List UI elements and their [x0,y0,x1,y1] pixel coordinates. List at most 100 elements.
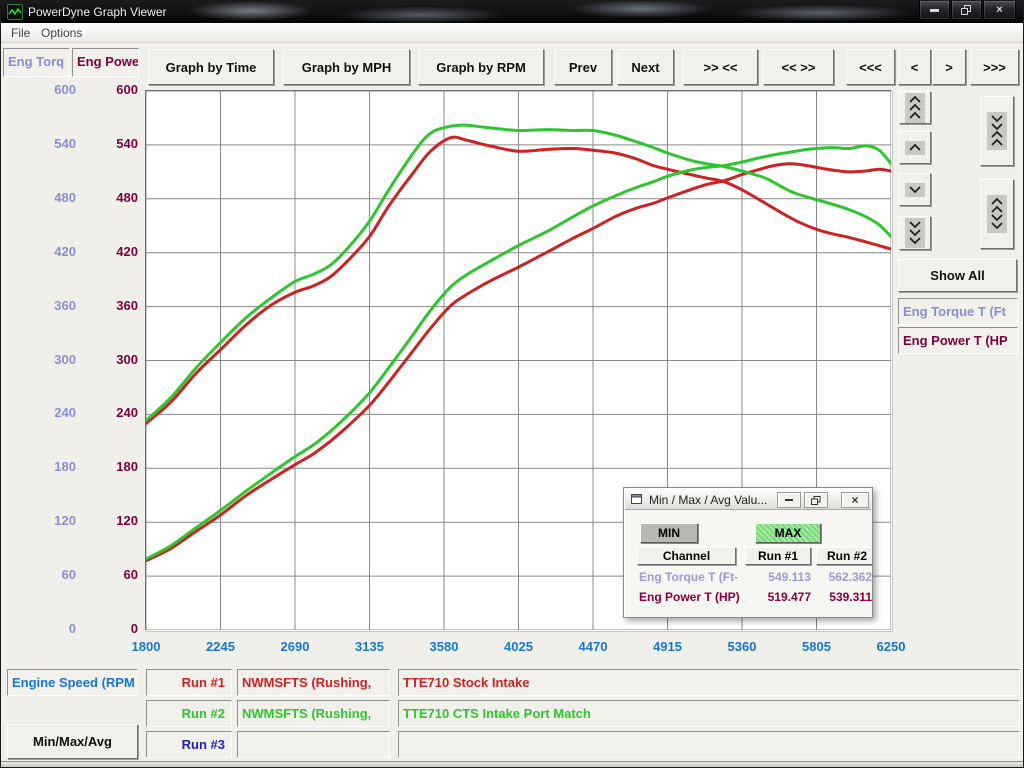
toolbar-button-graph-by-mph[interactable]: Graph by MPH [283,49,410,85]
power-tick-180: 180 [78,459,138,475]
min-toggle-button[interactable]: MIN [640,523,698,543]
toolbar-button-scroll-right[interactable]: > [932,49,966,85]
torque-tick-480: 480 [16,190,76,206]
toolbar-button-scroll-left[interactable]: < [898,49,931,85]
run-label-1[interactable]: Run #1 [146,669,232,696]
rpm-tick-4915: 4915 [633,639,703,655]
restore-button[interactable] [951,1,982,20]
run-1-file-field[interactable]: NWMSFTS (Rushing, [237,669,390,696]
minmax-column-channel[interactable]: Channel [637,547,736,565]
torque-tick-540: 540 [16,136,76,152]
scale-down-fast-icon [905,218,925,248]
minmax-popup-titlebar[interactable]: Min / Max / Avg Valu... × [625,489,871,510]
power-tick-540: 540 [78,136,138,152]
rpm-tick-6250: 6250 [856,639,926,655]
restore-icon [961,5,972,15]
toolbar-button-graph-by-rpm[interactable]: Graph by RPM [418,49,544,85]
toolbar-button-zoom-out-pair[interactable]: << >> [763,49,834,85]
power-tick-480: 480 [78,190,138,206]
minmax-row-run1-value: 519.477 [745,590,811,606]
x-channel-box[interactable]: Engine Speed (RPM [7,669,138,696]
minmax-avg-button[interactable]: Min/Max/Avg [7,724,138,759]
run-2-file-field[interactable]: NWMSFTS (Rushing, [237,700,390,727]
powerdyne-window: PowerDyne Graph Viewer × File Options En… [0,0,1024,768]
menu-bar: File Options [1,23,1024,43]
run-2-description-field[interactable]: TTE710 CTS Intake Port Match [398,700,1020,727]
torque-axis-label: Eng Torq [8,54,64,69]
window-title: PowerDyne Graph Viewer [28,5,167,19]
run-3-description-field[interactable] [398,731,1020,758]
torque-tick-180: 180 [16,459,76,475]
run-label-2[interactable]: Run #2 [146,700,232,727]
show-all-button[interactable]: Show All [898,259,1017,292]
scale-button-chevrons-converge[interactable] [980,96,1014,166]
toolbar-button-zoom-in-pair[interactable]: >> << [683,49,758,85]
rpm-tick-3580: 3580 [409,639,479,655]
minmax-popup-window[interactable]: Min / Max / Avg Valu... × MIN MAX Channe… [623,487,873,618]
rpm-tick-5805: 5805 [782,639,852,655]
channel-torque-label: Eng Torque T (Ft [903,304,1006,319]
rpm-tick-4025: 4025 [484,639,554,655]
torque-axis-selector[interactable]: Eng Torq [3,48,70,77]
channel-box-power[interactable]: Eng Power T (HP [898,327,1018,354]
scale-converge-icon [987,112,1007,150]
power-axis-selector[interactable]: Eng Power [72,48,139,77]
max-toggle-button[interactable]: MAX [755,523,821,543]
torque-tick-600: 600 [16,82,76,98]
popup-minimize-button[interactable] [777,492,801,508]
popup-close-button[interactable]: × [841,492,869,508]
rpm-tick-2245: 2245 [186,639,256,655]
title-bar[interactable]: PowerDyne Graph Viewer × [1,1,1024,23]
channel-box-torque[interactable]: Eng Torque T (Ft [898,298,1018,325]
toolbar-button-scroll-far-right[interactable]: >>> [970,49,1019,85]
toolbar-button-next[interactable]: Next [617,49,674,85]
rpm-tick-1800: 1800 [111,639,181,655]
menu-file[interactable]: File [5,25,36,41]
minmax-column-run-1[interactable]: Run #1 [745,547,811,565]
torque-tick-420: 420 [16,244,76,260]
minmax-popup-title: Min / Max / Avg Valu... [649,493,767,507]
popup-close-icon: × [851,493,858,507]
torque-tick-240: 240 [16,405,76,421]
toolbar-button-graph-by-time[interactable]: Graph by Time [148,49,274,85]
scale-button-chevrons-up-triple[interactable] [899,91,931,124]
run-1-description-field[interactable]: TTE710 Stock Intake [398,669,1020,696]
minmax-column-run-2[interactable]: Run #2 [816,547,873,565]
power-tick-240: 240 [78,405,138,421]
channel-power-label: Eng Power T (HP [903,333,1008,348]
power-tick-420: 420 [78,244,138,260]
scale-button-chevrons-diverge[interactable] [980,179,1014,249]
torque-tick-360: 360 [16,298,76,314]
power-axis-label: Eng Power [77,54,139,69]
power-tick-360: 360 [78,298,138,314]
torque-tick-60: 60 [16,567,76,583]
scale-diverge-icon [987,195,1007,233]
run-label-3[interactable]: Run #3 [146,731,232,758]
minmax-row-run2-value: 539.311 [816,590,872,606]
minmax-row-channel: Eng Power T (HP) [639,590,743,606]
scale-button-chevron-up[interactable] [899,131,931,164]
minimize-icon [930,9,939,12]
menu-options[interactable]: Options [35,25,88,41]
scale-button-chevrons-down-triple[interactable] [899,216,931,250]
x-channel-label: Engine Speed (RPM [12,675,135,690]
app-icon [7,4,23,20]
toolbar-button-prev[interactable]: Prev [554,49,612,85]
run-3-file-field[interactable] [237,731,390,758]
power-tick-0: 0 [78,621,138,637]
power-tick-120: 120 [78,513,138,529]
close-button[interactable]: × [983,1,1016,20]
window-bottom-frame [1,761,1024,768]
torque-tick-120: 120 [16,513,76,529]
popup-restore-button[interactable] [804,492,828,508]
minmax-row-run2-value: 562.362 [816,570,872,586]
power-tick-300: 300 [78,352,138,368]
torque-tick-300: 300 [16,352,76,368]
scale-up-fast-icon [905,93,925,123]
toolbar-button-scroll-far-left[interactable]: <<< [846,49,895,85]
minmax-row-run1-value: 549.113 [745,570,811,586]
minimize-button[interactable] [919,1,950,20]
scale-up-icon [905,141,925,155]
scale-button-chevron-down[interactable] [899,173,931,206]
torque-tick-0: 0 [16,621,76,637]
